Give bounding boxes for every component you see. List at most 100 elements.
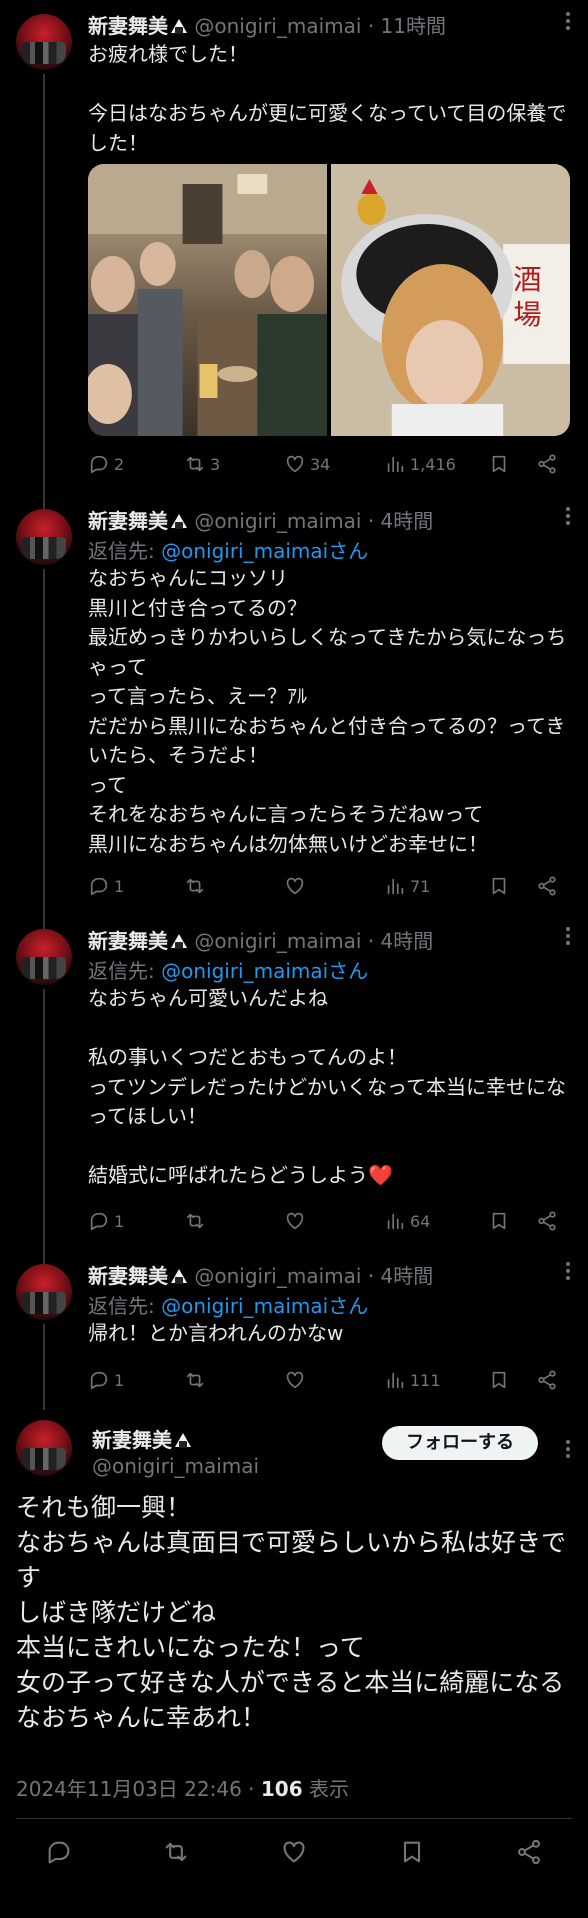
bookmark-icon[interactable] — [398, 1838, 426, 1866]
handle[interactable]: @onigiri_maimai — [194, 1264, 361, 1288]
share-button[interactable] — [536, 453, 558, 475]
retweet-button[interactable] — [184, 1369, 284, 1391]
timestamp[interactable]: 4時間 — [381, 509, 434, 533]
more-options-icon[interactable] — [566, 927, 570, 948]
avatar[interactable] — [16, 14, 72, 70]
views-chart-icon — [387, 878, 404, 895]
share-icon — [538, 876, 556, 896]
tweet[interactable]: 新妻舞美 @onigiri_maimai · 11時間 お疲れ様でした！ 今日は… — [0, 0, 588, 495]
reply-button[interactable]: 2 — [88, 453, 184, 475]
tweet-meta: 2024年11月03日 22:46 · 106 表示 — [16, 1777, 349, 1801]
bookmark-button[interactable] — [488, 453, 536, 475]
avatar[interactable] — [16, 509, 72, 565]
retweet-button[interactable] — [184, 1210, 284, 1232]
photo-group[interactable] — [88, 164, 327, 436]
handle[interactable]: @onigiri_maimai — [92, 1454, 259, 1478]
tweet-actions: 2 3 34 1,416 — [88, 451, 572, 477]
tweet[interactable]: 新妻舞美 @onigiri_maimai · 4時間 返信先: @onigiri… — [0, 915, 588, 1250]
photo-selfie[interactable]: 酒 場 — [331, 164, 570, 436]
more-options-icon[interactable] — [566, 1262, 570, 1283]
reply-context: 返信先: @onigiri_maimaiさん — [88, 539, 369, 563]
svg-text:場: 場 — [513, 298, 541, 331]
avatar[interactable] — [16, 929, 72, 985]
reply-button[interactable]: 1 — [88, 1210, 184, 1232]
handle[interactable]: @onigiri_maimai — [194, 509, 361, 533]
reply-icon[interactable] — [45, 1838, 73, 1866]
share-icon — [538, 1370, 556, 1390]
heart-icon[interactable] — [280, 1838, 308, 1866]
follow-button[interactable]: フォローする — [382, 1426, 538, 1460]
retweet-icon — [186, 878, 204, 894]
tweet-header: 新妻舞美 @onigiri_maimai · 4時間 — [88, 509, 434, 533]
reply-button[interactable]: 1 — [88, 1369, 184, 1391]
more-options-icon[interactable] — [566, 12, 570, 33]
onigiri-icon — [170, 514, 188, 530]
bookmark-icon — [492, 1212, 506, 1230]
like-button[interactable] — [284, 1369, 384, 1391]
share-icon — [538, 454, 556, 474]
more-options-icon[interactable] — [566, 507, 570, 528]
reply-context: 返信先: @onigiri_maimaiさん — [88, 1294, 369, 1318]
svg-text:酒: 酒 — [513, 263, 541, 296]
tweet-header: 新妻舞美 @onigiri_maimai · 4時間 — [88, 929, 434, 953]
display-name[interactable]: 新妻舞美 — [88, 1264, 168, 1288]
more-options-icon[interactable] — [566, 1440, 570, 1461]
onigiri-icon — [174, 1433, 192, 1449]
tweet-actions: 1 111 — [88, 1367, 572, 1393]
avatar[interactable] — [16, 1264, 72, 1320]
like-button[interactable]: 34 — [284, 453, 384, 475]
reply-button[interactable]: 1 — [88, 875, 184, 897]
tweet-header: 新妻舞美 @onigiri_maimai · 11時間 — [88, 14, 446, 38]
retweet-icon — [186, 1213, 204, 1229]
views-button[interactable]: 111 — [384, 1369, 488, 1391]
media-grid[interactable]: 酒 場 — [88, 164, 570, 436]
bookmark-icon — [492, 877, 506, 895]
views-button[interactable]: 1,416 — [384, 453, 488, 475]
bookmark-button[interactable] — [488, 875, 536, 897]
tweet-actions: 1 71 — [88, 873, 572, 899]
avatar[interactable] — [16, 1420, 72, 1476]
views-chart-icon — [387, 1372, 404, 1389]
tweet-text: 帰れ！とか言われんのかなw — [88, 1321, 344, 1345]
main-tweet: 新妻舞美 @onigiri_maimai フォローする それも御一興！ なおちゃ… — [0, 1420, 588, 1918]
views-chart-icon — [387, 456, 404, 473]
share-button[interactable] — [536, 875, 558, 897]
retweet-button[interactable]: 3 — [184, 453, 284, 475]
reply-icon — [90, 455, 108, 474]
post-timestamp[interactable]: 2024年11月03日 22:46 · — [16, 1777, 261, 1801]
handle[interactable]: @onigiri_maimai — [194, 929, 361, 953]
heart-icon — [286, 1371, 304, 1389]
reply-icon — [90, 1212, 108, 1231]
retweet-icon[interactable] — [162, 1838, 190, 1866]
reply-to-link[interactable]: @onigiri_maimaiさん — [161, 539, 368, 563]
bookmark-button[interactable] — [488, 1210, 536, 1232]
reply-to-link[interactable]: @onigiri_maimaiさん — [161, 1294, 368, 1318]
display-name[interactable]: 新妻舞美 — [88, 509, 168, 533]
share-button[interactable] — [536, 1210, 558, 1232]
view-count: 106 — [260, 1777, 303, 1801]
tweet-text: お疲れ様でした！ 今日はなおちゃんが更に可愛くなっていて目の保養でした！ — [88, 42, 567, 155]
share-icon — [538, 1211, 556, 1231]
like-button[interactable] — [284, 1210, 384, 1232]
timestamp[interactable]: 4時間 — [381, 1264, 434, 1288]
tweet[interactable]: 新妻舞美 @onigiri_maimai · 4時間 返信先: @onigiri… — [0, 1250, 588, 1410]
views-button[interactable]: 64 — [384, 1210, 488, 1232]
heart-icon — [286, 455, 304, 473]
share-button[interactable] — [536, 1369, 558, 1391]
views-chart-icon — [387, 1213, 404, 1230]
like-button[interactable] — [284, 875, 384, 897]
share-icon[interactable] — [515, 1838, 543, 1866]
retweet-button[interactable] — [184, 875, 284, 897]
timestamp[interactable]: 11時間 — [381, 14, 446, 38]
timestamp[interactable]: 4時間 — [381, 929, 434, 953]
display-name[interactable]: 新妻舞美 — [88, 14, 168, 38]
views-button[interactable]: 71 — [384, 875, 488, 897]
heart-icon — [286, 877, 304, 895]
handle[interactable]: @onigiri_maimai — [194, 14, 361, 38]
retweet-icon — [186, 456, 204, 472]
bookmark-button[interactable] — [488, 1369, 536, 1391]
reply-to-link[interactable]: @onigiri_maimaiさん — [161, 959, 368, 983]
display-name[interactable]: 新妻舞美 — [88, 929, 168, 953]
tweet[interactable]: 新妻舞美 @onigiri_maimai · 4時間 返信先: @onigiri… — [0, 495, 588, 915]
display-name[interactable]: 新妻舞美 — [92, 1424, 192, 1453]
